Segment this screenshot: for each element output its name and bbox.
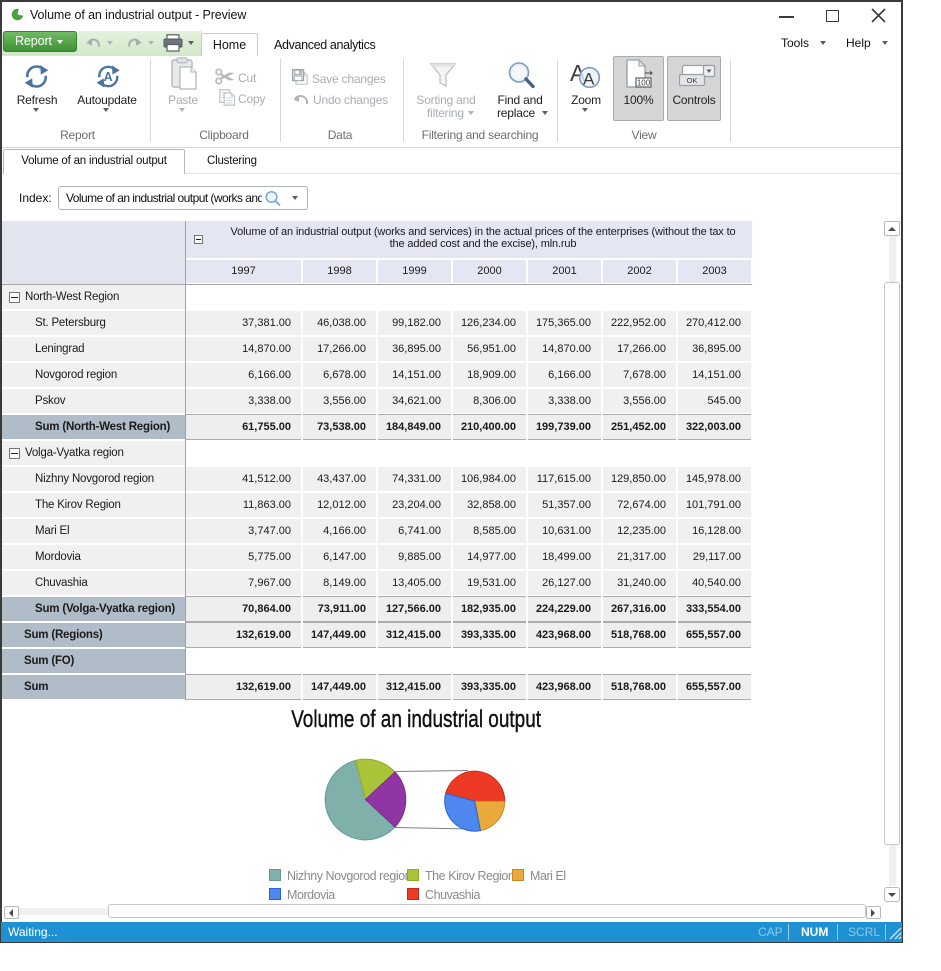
svg-text:A: A xyxy=(583,70,595,89)
svg-text:A: A xyxy=(104,70,113,84)
svg-text:OK: OK xyxy=(687,76,698,85)
svg-text:100: 100 xyxy=(637,78,651,87)
